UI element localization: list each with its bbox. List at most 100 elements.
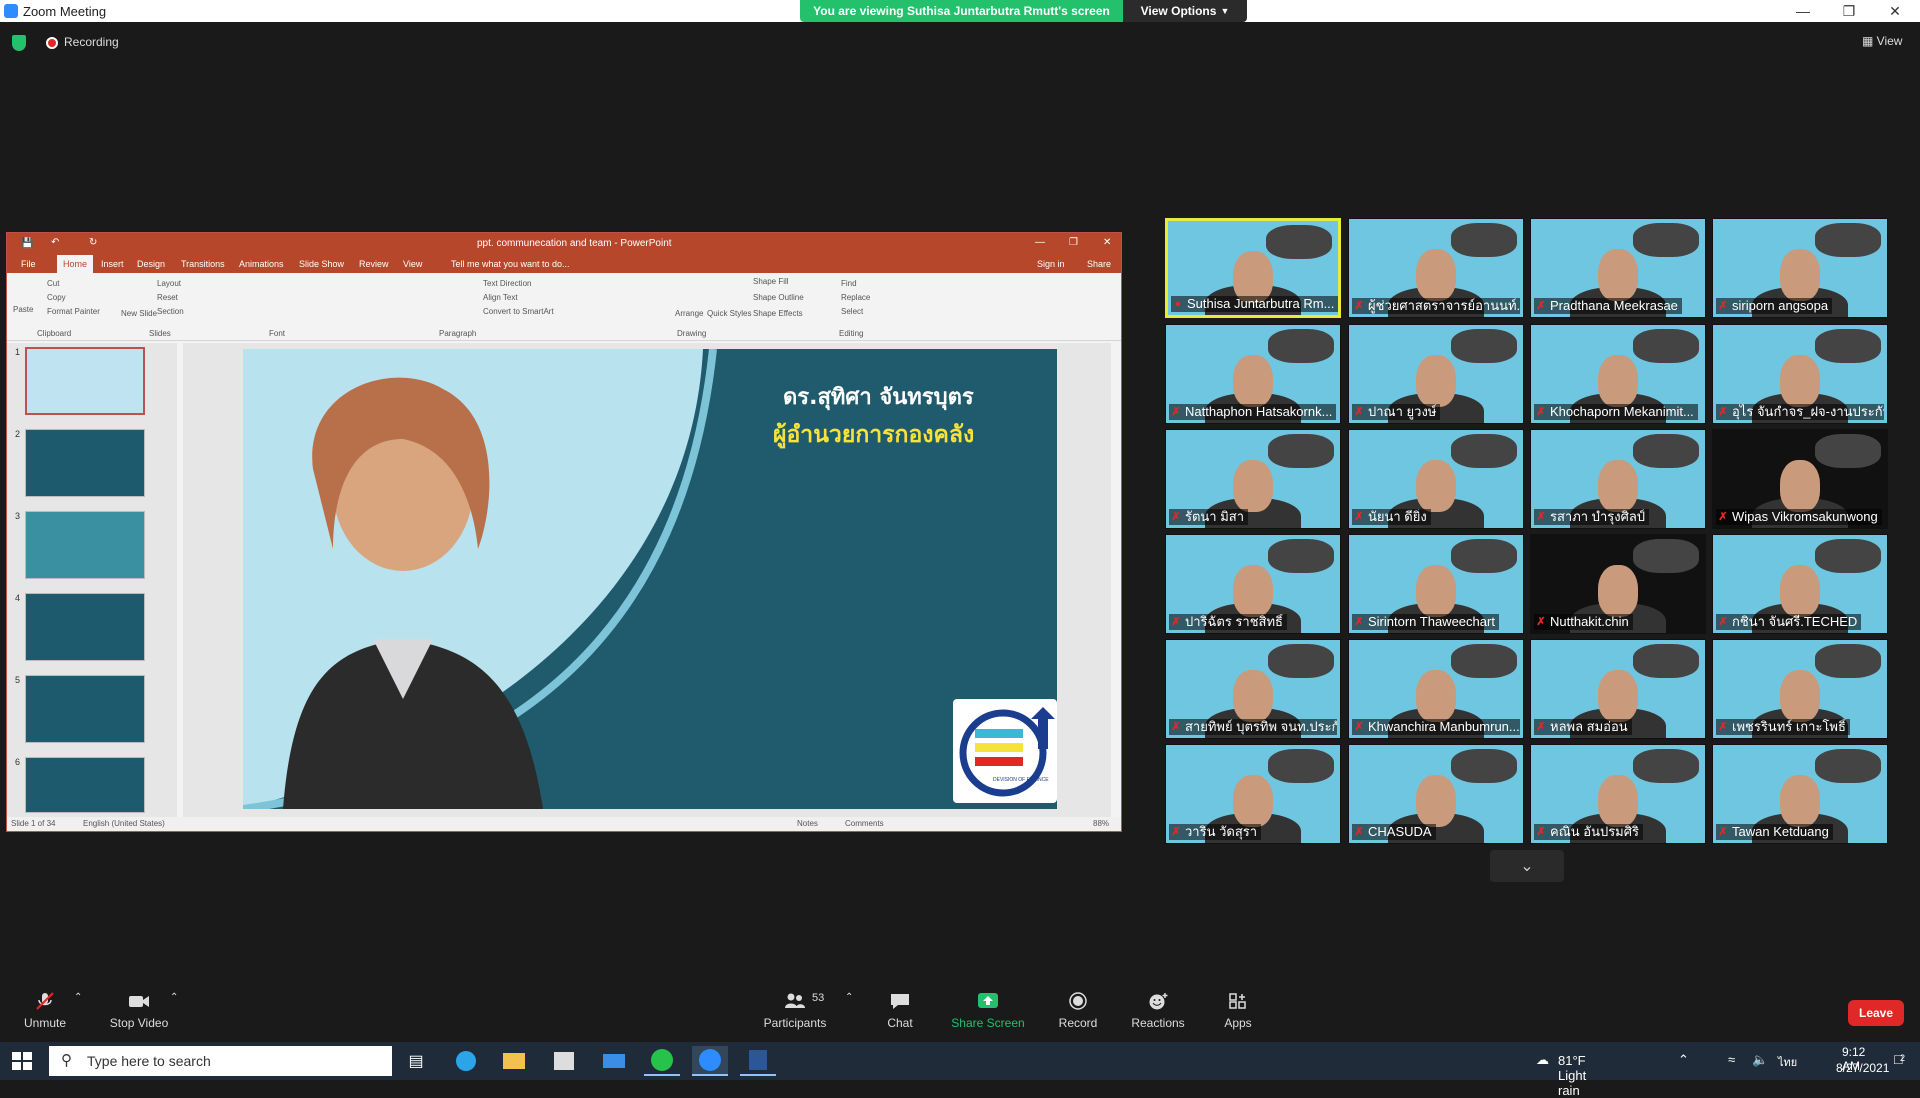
cut-button[interactable]: Cut bbox=[47, 279, 59, 288]
find-button[interactable]: Find bbox=[841, 279, 857, 288]
participant-tile[interactable]: นัยนา ดียิ่ง ✗ bbox=[1348, 429, 1524, 529]
tab-animations[interactable]: Animations bbox=[239, 259, 284, 269]
slide-thumbnail-3[interactable] bbox=[25, 511, 145, 579]
edge-browser-icon[interactable] bbox=[448, 1046, 484, 1076]
slide-thumbnail-5[interactable] bbox=[25, 675, 145, 743]
shield-icon[interactable] bbox=[12, 35, 26, 51]
participants-options-caret[interactable]: ⌃ bbox=[845, 992, 853, 1003]
tab-review[interactable]: Review bbox=[359, 259, 389, 269]
video-options-caret[interactable]: ⌃ bbox=[170, 992, 178, 1003]
word-icon[interactable] bbox=[740, 1046, 776, 1076]
line-app-icon[interactable] bbox=[644, 1046, 680, 1076]
tab-transitions[interactable]: Transitions bbox=[181, 259, 225, 269]
shape-fill-button[interactable]: Shape Fill bbox=[753, 277, 789, 286]
participant-tile[interactable]: Nutthakit.chin ✗ bbox=[1530, 534, 1706, 634]
minimize-button[interactable]: — bbox=[1780, 0, 1826, 22]
ppt-close[interactable]: ✕ bbox=[1103, 237, 1111, 248]
participant-tile[interactable]: Khwanchira Manbumrun... ✗ bbox=[1348, 639, 1524, 739]
arrange-button[interactable]: Arrange bbox=[675, 309, 703, 318]
paste-button[interactable]: Paste bbox=[13, 305, 33, 314]
language-thai-icon[interactable]: ไทย bbox=[1778, 1053, 1797, 1071]
mail-icon[interactable] bbox=[596, 1046, 632, 1076]
chat-button[interactable]: Chat bbox=[880, 978, 920, 1042]
network-icon[interactable]: ≈ bbox=[1728, 1052, 1735, 1067]
shape-effects-button[interactable]: Shape Effects bbox=[753, 309, 803, 318]
section-button[interactable]: Section bbox=[157, 307, 184, 316]
participant-tile[interactable]: เพชรรินทร์ เกาะโพธิ์ ✗ bbox=[1712, 639, 1888, 739]
ppt-save-icon[interactable]: 💾 bbox=[21, 238, 33, 249]
participant-tile[interactable]: ผู้ช่วยศาสตราจารย์อานนท์... ✗ bbox=[1348, 218, 1524, 318]
tell-me-search[interactable]: Tell me what you want to do... bbox=[451, 259, 570, 269]
reactions-button[interactable]: Reactions bbox=[1128, 978, 1188, 1042]
participant-tile[interactable]: สายทิพย์ บุตรทิพ จนท.ประกั... ✗ bbox=[1165, 639, 1341, 739]
tab-view[interactable]: View bbox=[403, 259, 422, 269]
quick-styles-button[interactable]: Quick Styles bbox=[707, 309, 751, 318]
slide-thumbnail-1[interactable] bbox=[25, 347, 145, 415]
slide-thumbnail-6[interactable] bbox=[25, 757, 145, 813]
ppt-maximize[interactable]: ❐ bbox=[1069, 237, 1078, 248]
participant-tile[interactable]: วาริน วัดสุรา ✗ bbox=[1165, 744, 1341, 844]
participant-tile[interactable]: CHASUDA ✗ bbox=[1348, 744, 1524, 844]
participant-tile[interactable]: Pradthana Meekrasae ✗ bbox=[1530, 218, 1706, 318]
task-view-icon[interactable]: ▤ bbox=[398, 1046, 434, 1076]
participants-button[interactable]: Participants bbox=[760, 978, 830, 1042]
notes-button[interactable]: Notes bbox=[797, 819, 818, 828]
unmute-button[interactable]: Unmute bbox=[18, 978, 72, 1042]
zoom-level[interactable]: 88% bbox=[1093, 819, 1109, 828]
tab-slide-show[interactable]: Slide Show bbox=[299, 259, 344, 269]
sign-in-link[interactable]: Sign in bbox=[1037, 259, 1065, 269]
participant-tile[interactable]: อุไร จันกำจร_ฝจ-งานประกันคุ...✗ bbox=[1712, 324, 1888, 424]
tray-overflow-icon[interactable]: ⌃ bbox=[1678, 1052, 1689, 1068]
store-icon[interactable] bbox=[546, 1046, 582, 1076]
view-button[interactable]: ▦ View bbox=[1862, 34, 1902, 48]
participant-tile[interactable]: ปาริฉัตร ราชสิทธิ์ ✗ bbox=[1165, 534, 1341, 634]
leave-button[interactable]: Leave bbox=[1848, 1000, 1904, 1026]
new-slide-button[interactable]: New Slide bbox=[121, 309, 157, 318]
slide-thumbnail-2[interactable] bbox=[25, 429, 145, 497]
tab-design[interactable]: Design bbox=[137, 259, 165, 269]
comments-button[interactable]: Comments bbox=[845, 819, 884, 828]
close-button[interactable]: ✕ bbox=[1872, 0, 1918, 22]
taskbar-search-input[interactable]: ⚲ Type here to search bbox=[49, 1046, 392, 1076]
maximize-button[interactable]: ❐ bbox=[1826, 0, 1872, 22]
layout-button[interactable]: Layout bbox=[157, 279, 181, 288]
tab-home[interactable]: Home bbox=[57, 255, 94, 273]
participant-tile[interactable]: คณิน อันปรมศิริ ✗ bbox=[1530, 744, 1706, 844]
file-explorer-icon[interactable] bbox=[496, 1046, 532, 1076]
gallery-scroll-down-button[interactable]: ⌄ bbox=[1490, 850, 1564, 882]
tab-insert[interactable]: Insert bbox=[101, 259, 124, 269]
participant-tile[interactable]: siriporn angsopa ✗ bbox=[1712, 218, 1888, 318]
stop-video-button[interactable]: Stop Video bbox=[104, 978, 174, 1042]
participant-tile[interactable]: Suthisa Juntarbutra Rm... ● bbox=[1165, 218, 1341, 318]
participant-tile[interactable]: Tawan Ketduang ✗ bbox=[1712, 744, 1888, 844]
tab-file[interactable]: File bbox=[21, 259, 36, 269]
shape-outline-button[interactable]: Shape Outline bbox=[753, 293, 804, 302]
ppt-minimize[interactable]: — bbox=[1035, 237, 1045, 248]
current-slide[interactable]: ดร.สุทิศา จันทรบุตร ผู้อำนวยการกองคลัง D… bbox=[243, 349, 1057, 809]
view-options-button[interactable]: View Options ▼ bbox=[1123, 0, 1247, 22]
reset-button[interactable]: Reset bbox=[157, 293, 178, 302]
language-indicator[interactable]: English (United States) bbox=[83, 819, 165, 828]
ppt-redo-icon[interactable]: ↻ bbox=[89, 237, 97, 248]
ppt-share-button[interactable]: Share bbox=[1087, 259, 1111, 269]
participant-tile[interactable]: ปาณา ยูวงษ์ ✗ bbox=[1348, 324, 1524, 424]
windows-start-icon[interactable] bbox=[12, 1052, 32, 1070]
replace-button[interactable]: Replace bbox=[841, 293, 870, 302]
participant-tile[interactable]: รัตนา มิสา ✗ bbox=[1165, 429, 1341, 529]
participant-tile[interactable]: Sirintorn Thaweechart ✗ bbox=[1348, 534, 1524, 634]
participant-tile[interactable]: กชินา จันศรี.TECHED ✗ bbox=[1712, 534, 1888, 634]
convert-smartart-button[interactable]: Convert to SmartArt bbox=[483, 307, 554, 316]
participant-tile[interactable]: Khochaporn Mekanimit... ✗ bbox=[1530, 324, 1706, 424]
participant-tile[interactable]: Natthaphon Hatsakornk... ✗ bbox=[1165, 324, 1341, 424]
share-screen-button[interactable]: Share Screen bbox=[950, 978, 1026, 1042]
slide-thumbnail-4[interactable] bbox=[25, 593, 145, 661]
zoom-taskbar-icon[interactable] bbox=[692, 1046, 728, 1076]
participant-tile[interactable]: หลพล สมอ่อน ✗ bbox=[1530, 639, 1706, 739]
text-direction-button[interactable]: Text Direction bbox=[483, 279, 531, 288]
copy-button[interactable]: Copy bbox=[47, 293, 66, 302]
ppt-undo-icon[interactable]: ↶ bbox=[51, 237, 59, 248]
audio-options-caret[interactable]: ⌃ bbox=[74, 992, 82, 1003]
volume-icon[interactable]: 🔈 bbox=[1752, 1052, 1768, 1068]
align-text-button[interactable]: Align Text bbox=[483, 293, 518, 302]
participant-tile[interactable]: รสาภา บำรุงศิลป์ ✗ bbox=[1530, 429, 1706, 529]
